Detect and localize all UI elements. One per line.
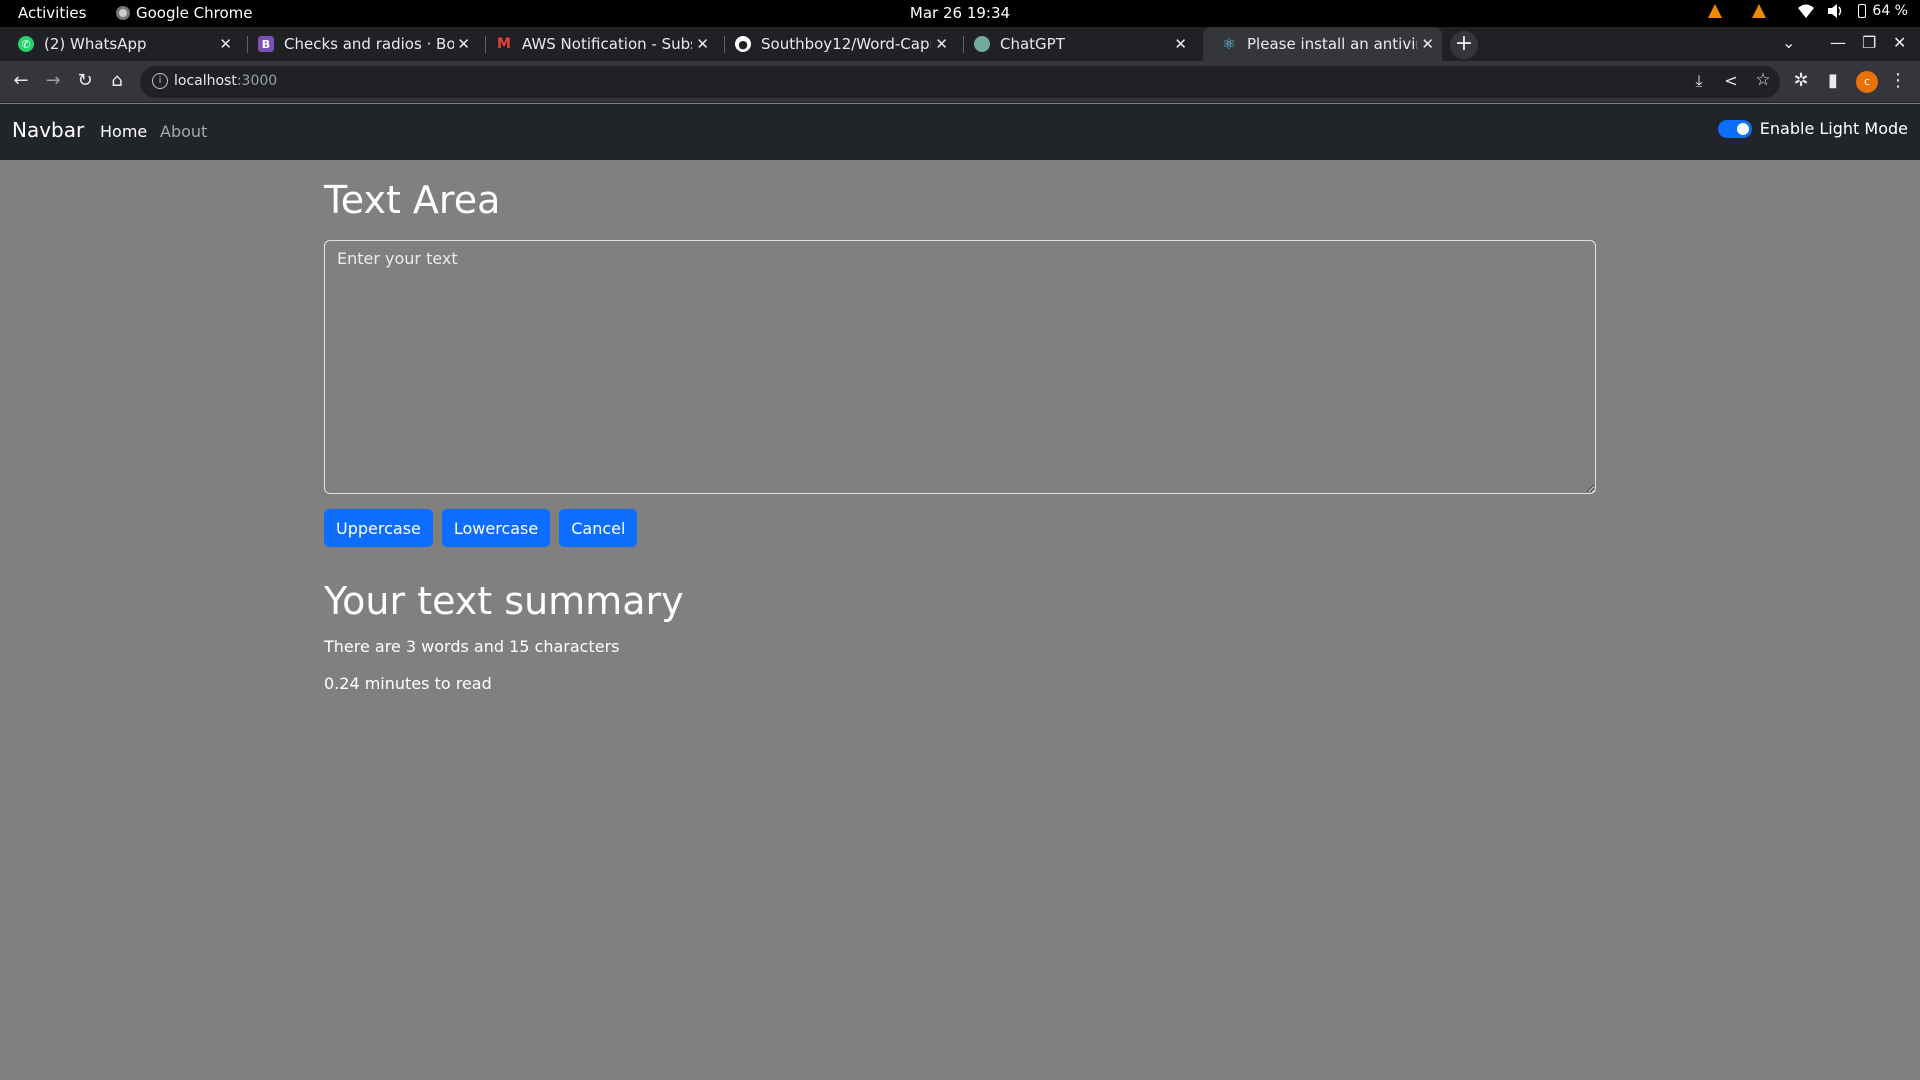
system-top-bar: Activities Google Chrome Mar 26 19:34 64… [0,0,1920,27]
tab-chatgpt[interactable]: ChatGPT ✕ [956,27,1195,61]
bookmark-star-icon[interactable]: ☆ [1752,70,1774,90]
wifi-icon [1798,4,1815,18]
restore-icon[interactable]: ❐ [1862,33,1876,52]
tab-label: Checks and radios · Bootstrap [284,35,454,53]
close-tab-icon[interactable]: ✕ [457,35,470,53]
url-port: :3000 [236,73,278,89]
tab-label: AWS Notification - Subscription [522,35,692,53]
extensions-icon[interactable]: ✲ [1790,70,1812,91]
page-heading: Text Area [324,178,501,222]
vlc-icon[interactable] [1708,4,1723,18]
light-mode-label[interactable]: Enable Light Mode [1760,119,1908,138]
chatgpt-icon [974,36,990,52]
site-info-icon[interactable]: i [152,73,168,89]
uppercase-button[interactable]: Uppercase [324,509,433,547]
volume-icon [1828,4,1842,18]
tab-bootstrap[interactable]: B Checks and radios · Bootstrap ✕ [240,27,478,61]
url-text[interactable]: localhost:3000 [174,73,277,89]
clock[interactable]: Mar 26 19:34 [0,4,1920,22]
tab-github[interactable]: ● Southboy12/Word-Capitalizer ✕ [717,27,956,61]
tab-gmail[interactable]: M AWS Notification - Subscription ✕ [478,27,717,61]
close-tab-icon[interactable]: ✕ [1174,35,1187,53]
tab-label: Please install an antivirus [1247,35,1417,53]
minimize-icon[interactable]: — [1830,33,1846,52]
gmail-icon: M [497,36,511,52]
share-icon[interactable]: < [1720,71,1742,90]
close-tab-icon[interactable]: ✕ [1421,35,1434,53]
close-window-icon[interactable]: ✕ [1893,33,1906,52]
main-content: Text Area Uppercase Lowercase Cancel You… [324,160,1596,693]
reload-icon[interactable]: ↻ [74,70,96,91]
summary-heading: Your text summary [324,579,684,623]
profile-avatar[interactable]: c [1856,71,1878,93]
close-tab-icon[interactable]: ✕ [696,35,709,53]
github-icon: ● [735,36,751,52]
tab-search-icon[interactable]: ⌄ [1782,33,1795,52]
lowercase-button[interactable]: Lowercase [441,509,551,547]
side-panel-icon[interactable]: ▮ [1822,70,1844,91]
home-icon[interactable]: ⌂ [106,70,128,91]
tab-active-localhost[interactable]: ⚛ Please install an antivirus ✕ [1203,27,1442,61]
light-mode-toggle-group[interactable]: Enable Light Mode [1717,119,1908,138]
read-time: 0.24 minutes to read [324,674,492,693]
back-icon[interactable]: ← [10,70,32,91]
tab-strip: ✆ (2) WhatsApp ✕ B Checks and radios · B… [0,27,1920,61]
vlc-icon[interactable] [1752,4,1767,18]
text-input-area[interactable] [324,240,1596,494]
cancel-button[interactable]: Cancel [559,509,638,547]
bootstrap-icon: B [258,36,274,52]
chrome-menu-icon[interactable]: ⋮ [1887,70,1909,91]
browser-toolbar: ← → ↻ ⌂ i localhost:3000 ⤓ < ☆ ✲ ▮ c ⋮ [0,61,1920,103]
system-tray[interactable]: 64 % [1708,3,1908,19]
navbar-brand[interactable]: Navbar [12,118,84,142]
forward-icon[interactable]: → [42,70,64,91]
battery-icon [1858,4,1867,18]
tab-label: (2) WhatsApp [44,35,147,53]
close-tab-icon[interactable]: ✕ [219,35,232,53]
word-char-count: There are 3 words and 15 characters [324,637,620,656]
tab-label: Southboy12/Word-Capitalizer [761,35,931,53]
url-host: localhost [174,73,237,89]
whatsapp-icon: ✆ [18,36,34,52]
close-tab-icon[interactable]: ✕ [935,35,948,53]
nav-link-home[interactable]: Home [100,122,147,141]
tab-label: ChatGPT [1000,35,1065,53]
page-navbar: Navbar Home About Enable Light Mode [0,104,1920,160]
nav-link-about[interactable]: About [160,122,207,141]
button-row: Uppercase Lowercase Cancel [324,509,1596,547]
react-icon: ⚛ [1222,35,1236,53]
install-app-icon[interactable]: ⤓ [1688,71,1710,91]
light-mode-switch[interactable] [1717,119,1752,138]
new-tab-button[interactable]: + [1450,31,1478,59]
address-bar[interactable]: i localhost:3000 ⤓ < ☆ [140,66,1780,98]
tab-whatsapp[interactable]: ✆ (2) WhatsApp ✕ [0,27,240,61]
battery-level: 64 % [1872,3,1908,19]
